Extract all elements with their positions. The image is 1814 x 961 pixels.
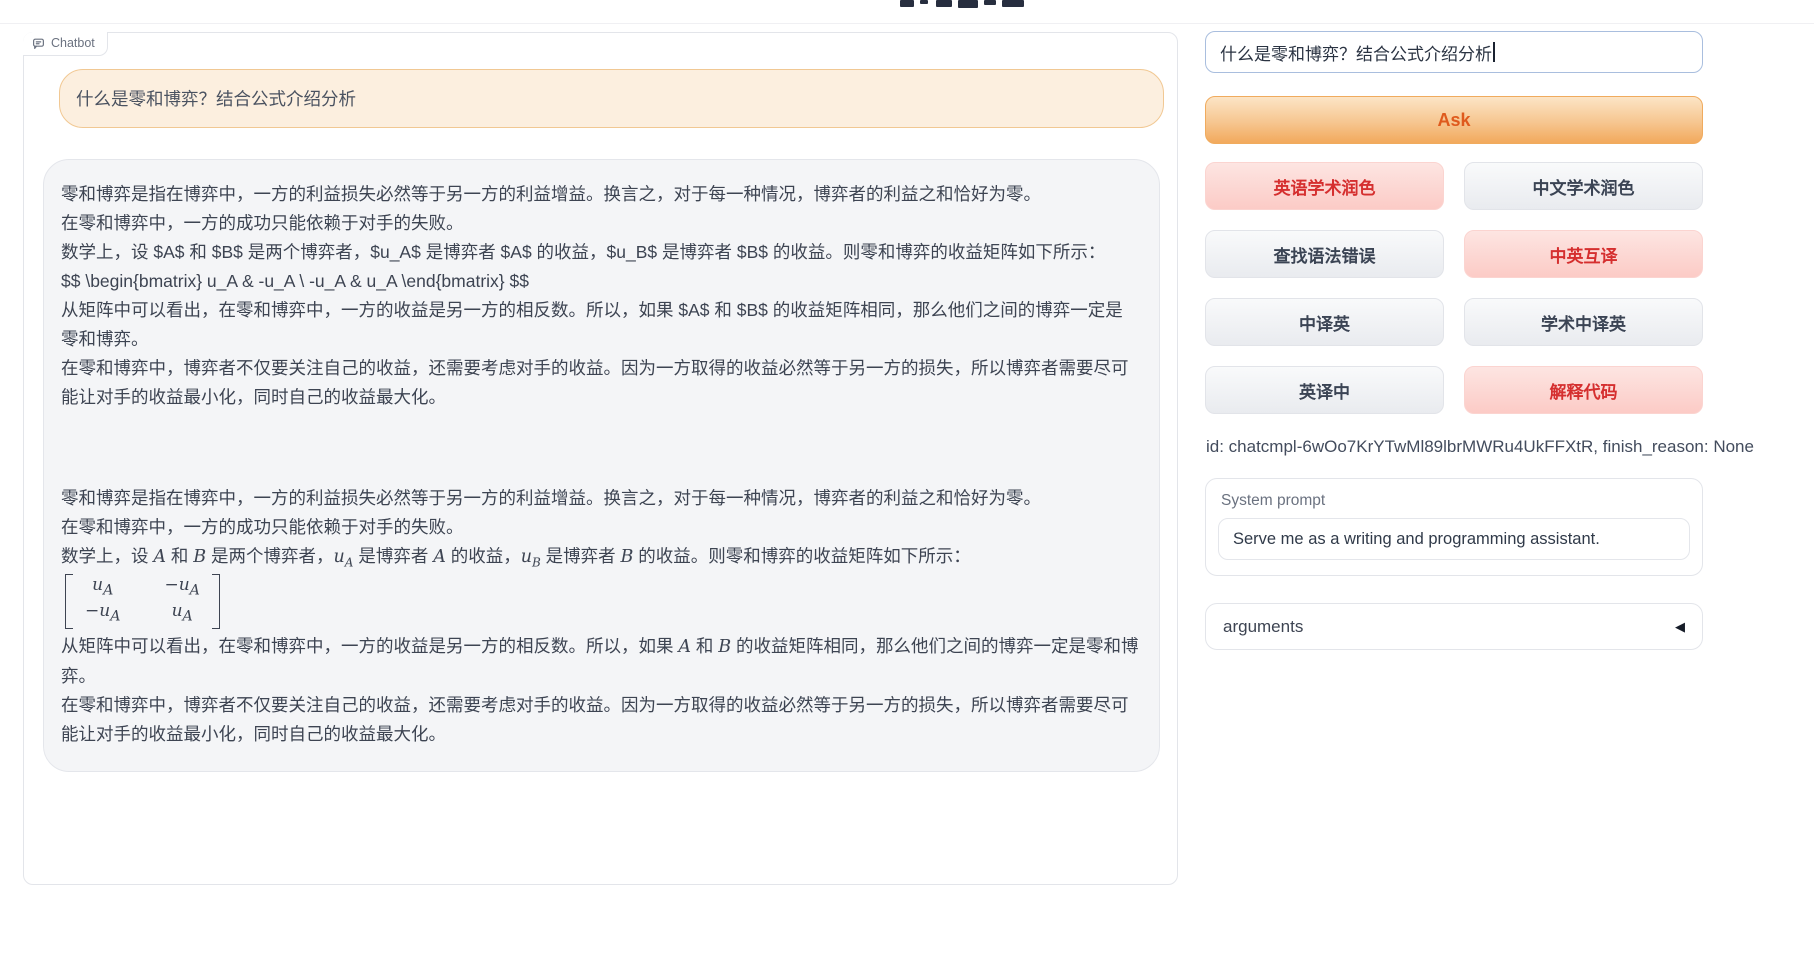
- fn-button-en-to-zh[interactable]: 英译中: [1205, 366, 1444, 414]
- top-divider: [0, 23, 1814, 24]
- user-message-bubble: 什么是零和博弈？结合公式介绍分析: [59, 69, 1164, 128]
- fn-button-english-polish[interactable]: 英语学术润色: [1205, 162, 1444, 210]
- math-var: uB: [521, 547, 541, 567]
- question-input[interactable]: 什么是零和博弈？结合公式介绍分析: [1205, 31, 1703, 73]
- system-prompt-input[interactable]: Serve me as a writing and programming as…: [1218, 518, 1690, 560]
- matrix-cell: uA: [172, 601, 193, 627]
- fn-button-find-grammar-errors[interactable]: 查找语法错误: [1205, 230, 1444, 278]
- rendered-math-intro-line: 数学上，设 A 和 B 是两个博弈者，uA 是博弈者 A 的收益，uB 是博弈者…: [61, 542, 1139, 572]
- rendered-last-paragraph: 在零和博弈中，博弈者不仅要关注自己的收益，还需要考虑对手的收益。因为一方取得的收…: [61, 691, 1139, 749]
- chatbot-label-text: Chatbot: [51, 36, 95, 50]
- rendered-conclusion-line: 从矩阵中可以看出，在零和博弈中，一方的收益是另一方的相反数。所以，如果 A 和 …: [61, 632, 1139, 691]
- text-caret: [1493, 42, 1495, 62]
- arguments-accordion-header[interactable]: arguments ◀: [1205, 603, 1703, 650]
- system-prompt-panel: System prompt Serve me as a writing and …: [1205, 478, 1703, 576]
- fn-button-zh-to-en[interactable]: 中译英: [1205, 298, 1444, 346]
- system-prompt-value: Serve me as a writing and programming as…: [1233, 530, 1600, 549]
- fn-button-chinese-polish[interactable]: 中文学术润色: [1464, 162, 1703, 210]
- app-root: Chatbot 什么是零和博弈？结合公式介绍分析 零和博弈是指在博弈中，一方的利…: [0, 0, 1814, 961]
- rendered-matrix: uA −uA −uA uA: [65, 574, 1139, 629]
- chatbot-label: Chatbot: [23, 32, 108, 56]
- math-var: A: [433, 547, 446, 567]
- math-var: A: [678, 637, 691, 657]
- matrix-cell: −uA: [85, 601, 120, 627]
- function-button-grid: 英语学术润色 中文学术润色 查找语法错误 中英互译 中译英 学术中译英 英译中 …: [1205, 162, 1703, 414]
- math-var: B: [621, 547, 634, 567]
- response-status-line: id: chatcmpl-6wOo7KrYTwMl89lbrMWRu4UkFFX…: [1206, 437, 1754, 457]
- math-var: B: [718, 637, 731, 657]
- matrix-left-bracket: [65, 574, 73, 629]
- clipped-page-title: [900, 0, 1040, 9]
- bot-rendered-block: 零和博弈是指在博弈中，一方的利益损失必然等于另一方的利益增益。换言之，对于每一种…: [61, 484, 1139, 749]
- accordion-collapsed-icon: ◀: [1675, 619, 1685, 635]
- matrix-cell: −uA: [164, 575, 199, 601]
- chatbot-panel: Chatbot 什么是零和博弈？结合公式介绍分析 零和博弈是指在博弈中，一方的利…: [23, 32, 1178, 885]
- bot-message-bubble: 零和博弈是指在博弈中，一方的利益损失必然等于另一方的利益增益。换言之，对于每一种…: [43, 159, 1160, 772]
- math-var: uA: [334, 547, 354, 567]
- chat-bubble-icon: [32, 37, 45, 50]
- ask-button[interactable]: Ask: [1205, 96, 1703, 144]
- rendered-paragraph-1: 零和博弈是指在博弈中，一方的利益损失必然等于另一方的利益增益。换言之，对于每一种…: [61, 484, 1139, 542]
- fn-button-explain-code[interactable]: 解释代码: [1464, 366, 1703, 414]
- fn-button-academic-zh-to-en[interactable]: 学术中译英: [1464, 298, 1703, 346]
- matrix-cell: uA: [92, 575, 113, 601]
- system-prompt-label: System prompt: [1206, 479, 1702, 518]
- math-var: B: [193, 547, 206, 567]
- bot-raw-text: 零和博弈是指在博弈中，一方的利益损失必然等于另一方的利益增益。换言之，对于每一种…: [61, 180, 1139, 412]
- arguments-accordion-label: arguments: [1223, 617, 1303, 637]
- matrix-right-bracket: [212, 574, 220, 629]
- user-message-text: 什么是零和博弈？结合公式介绍分析: [76, 86, 356, 111]
- fn-button-zh-en-mutual-translate[interactable]: 中英互译: [1464, 230, 1703, 278]
- math-var: A: [153, 547, 166, 567]
- question-input-value: 什么是零和博弈？结合公式介绍分析: [1220, 40, 1492, 65]
